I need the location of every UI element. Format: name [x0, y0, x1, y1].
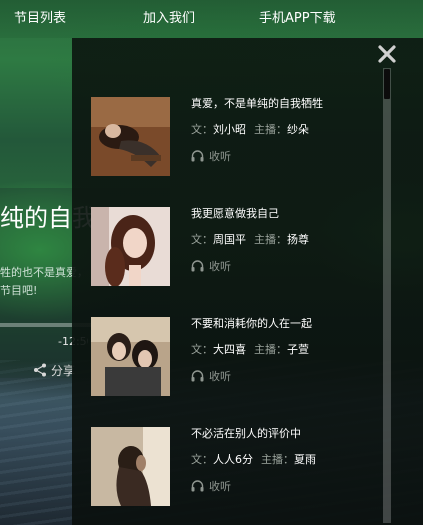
program-meta: 文：人人6分 主播：夏雨	[191, 453, 316, 467]
listen-button[interactable]: 收听	[191, 369, 231, 383]
nav-app-download[interactable]: 手机APP下载	[259, 0, 336, 38]
close-icon[interactable]	[377, 44, 397, 64]
program-host: 子萱	[287, 343, 309, 356]
headphones-icon	[191, 260, 204, 272]
scrollbar-track[interactable]	[383, 68, 391, 523]
list-item[interactable]: 不必活在别人的评价中 文：人人6分 主播：夏雨 收听	[91, 427, 371, 507]
list-item[interactable]: 我更愿意做我自己 文：周国平 主播：扬尊 收听	[91, 207, 371, 287]
author-prefix: 文：	[191, 233, 213, 246]
program-author: 人人6分	[213, 453, 253, 466]
headphones-icon	[191, 370, 204, 382]
list-item[interactable]: 不要和消耗你的人在一起 文：大四喜 主播：子萱 收听	[91, 317, 371, 397]
listen-label: 收听	[209, 480, 231, 493]
program-title[interactable]: 不要和消耗你的人在一起	[191, 317, 312, 331]
author-prefix: 文：	[191, 123, 213, 136]
listen-label: 收听	[209, 150, 231, 163]
program-host: 扬尊	[287, 233, 309, 246]
program-author: 周国平	[213, 233, 246, 246]
program-meta: 文：周国平 主播：扬尊	[191, 233, 309, 247]
host-prefix: 主播：	[254, 343, 287, 356]
program-thumbnail[interactable]	[91, 207, 170, 286]
program-host: 夏雨	[294, 453, 316, 466]
host-prefix: 主播：	[261, 453, 294, 466]
scrollbar-thumb[interactable]	[384, 69, 390, 99]
program-thumbnail[interactable]	[91, 427, 170, 506]
host-prefix: 主播：	[254, 123, 287, 136]
headphones-icon	[191, 150, 204, 162]
program-title[interactable]: 真爱，不是单纯的自我牺牲	[191, 97, 323, 111]
top-nav: 节目列表 加入我们 手机APP下载	[0, 0, 423, 38]
list-item[interactable]: 真爱，不是单纯的自我牺牲 文：刘小昭 主播：纱朵 收听	[91, 97, 371, 177]
program-title[interactable]: 我更愿意做我自己	[191, 207, 279, 221]
nav-program-list[interactable]: 节目列表	[14, 0, 66, 38]
listen-label: 收听	[209, 260, 231, 273]
program-author: 大四喜	[213, 343, 246, 356]
program-meta: 文：大四喜 主播：子萱	[191, 343, 309, 357]
listen-button[interactable]: 收听	[191, 259, 231, 273]
program-meta: 文：刘小昭 主播：纱朵	[191, 123, 309, 137]
share-icon	[34, 363, 46, 377]
listen-button[interactable]: 收听	[191, 149, 231, 163]
author-prefix: 文：	[191, 453, 213, 466]
listen-label: 收听	[209, 370, 231, 383]
program-author: 刘小昭	[213, 123, 246, 136]
program-thumbnail[interactable]	[91, 97, 170, 176]
host-prefix: 主播：	[254, 233, 287, 246]
program-host: 纱朵	[287, 123, 309, 136]
program-title[interactable]: 不必活在别人的评价中	[191, 427, 301, 441]
program-thumbnail[interactable]	[91, 317, 170, 396]
program-list-drawer: 真爱，不是单纯的自我牺牲 文：刘小昭 主播：纱朵 收听 我更愿意做我自己 文：周…	[72, 38, 423, 525]
listen-button[interactable]: 收听	[191, 479, 231, 493]
author-prefix: 文：	[191, 343, 213, 356]
headphones-icon	[191, 480, 204, 492]
nav-join-us[interactable]: 加入我们	[143, 0, 195, 38]
